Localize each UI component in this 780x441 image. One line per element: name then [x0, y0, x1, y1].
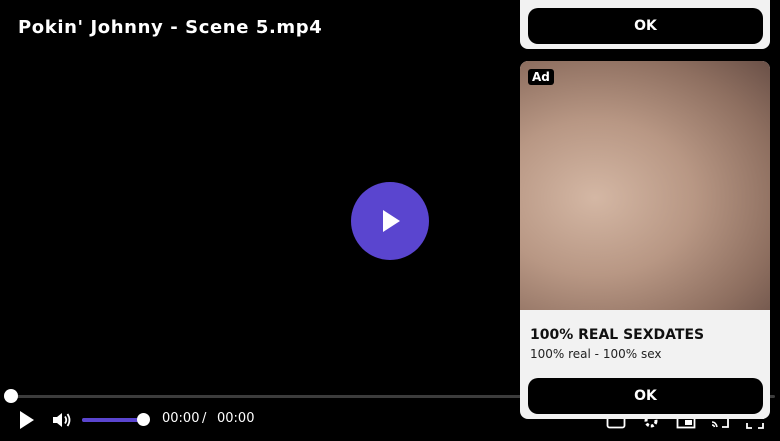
big-play-button[interactable] [351, 182, 429, 260]
ad-ok-button[interactable]: OK [528, 378, 763, 414]
video-title: Pokin' Johnny - Scene 5.mp4 [18, 17, 323, 38]
volume-icon [53, 413, 71, 427]
play-icon [20, 411, 34, 429]
ad-image[interactable] [520, 61, 770, 310]
time-separator: / [202, 411, 207, 426]
progress-handle[interactable] [4, 389, 18, 403]
ad-badge: Ad [528, 69, 554, 85]
duration: 00:00 [217, 411, 255, 426]
ad-headline[interactable]: 100% REAL SEXDATES [530, 327, 704, 343]
ad-card[interactable]: Ad 100% REAL SEXDATES 100% real - 100% s… [520, 61, 770, 419]
volume-fill [82, 418, 144, 422]
play-icon [383, 210, 400, 232]
ad-subline: 100% real - 100% sex [530, 347, 662, 361]
volume-slider[interactable] [82, 418, 144, 422]
ad-ok-button-top[interactable]: OK [528, 8, 763, 44]
ad-popup-top: OK [520, 0, 770, 49]
mute-button[interactable] [51, 410, 73, 430]
volume-handle[interactable] [137, 413, 150, 426]
play-button[interactable] [14, 409, 38, 431]
current-time: 00:00 [162, 411, 200, 426]
